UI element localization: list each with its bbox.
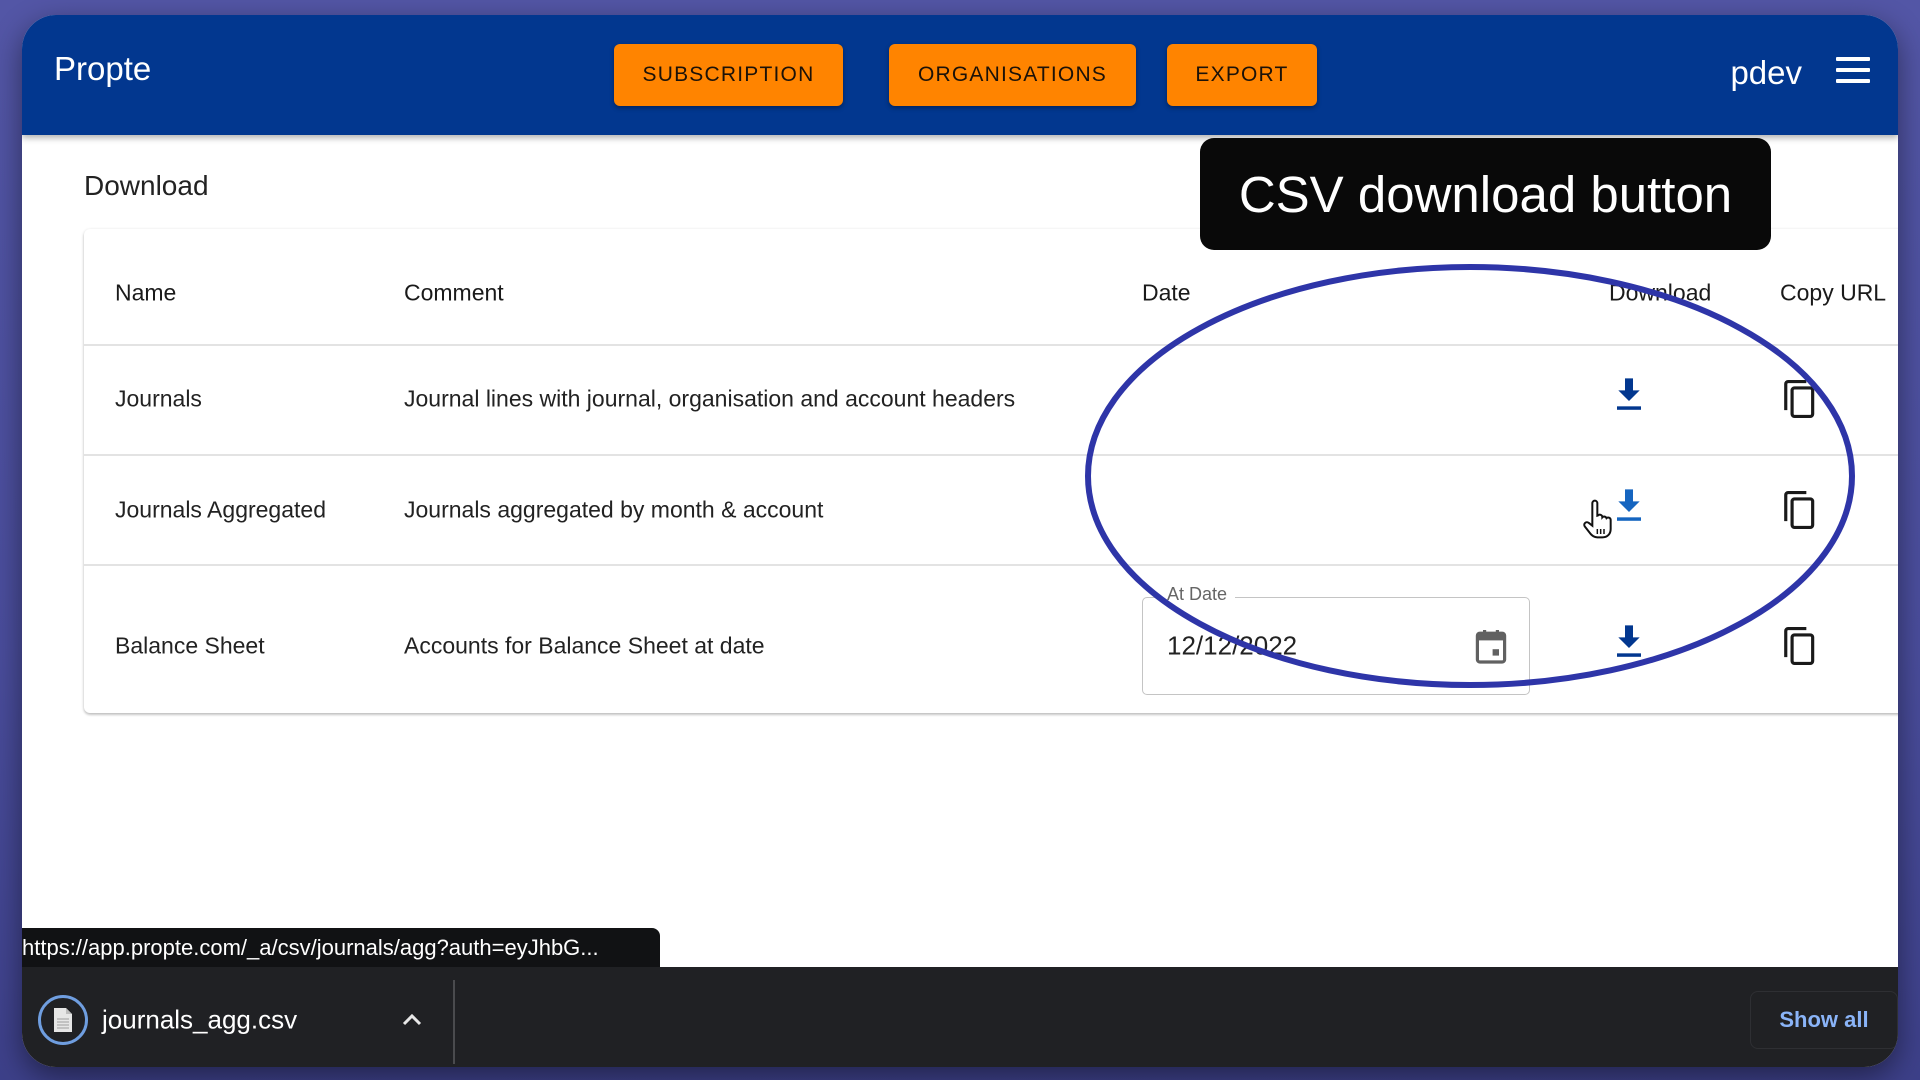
divider <box>84 564 1898 566</box>
download-icon[interactable] <box>1613 624 1645 660</box>
show-all-button[interactable]: Show all <box>1750 991 1898 1049</box>
column-header-copy-url: Copy URL <box>1780 279 1887 306</box>
row-comment: Journals aggregated by month & account <box>404 496 824 523</box>
at-date-label: At Date <box>1159 584 1236 605</box>
downloads-table: Name Comment Date Download Copy URL Jour… <box>84 229 1898 713</box>
app-bar: Propte SUBSCRIPTION ORGANISATIONS EXPORT… <box>22 15 1898 135</box>
row-name: Journals <box>115 385 202 412</box>
column-header-date: Date <box>1142 279 1191 306</box>
column-header-download: Download <box>1609 279 1712 306</box>
download-icon[interactable] <box>1613 488 1645 524</box>
row-comment: Accounts for Balance Sheet at date <box>404 632 765 659</box>
chevron-up-icon[interactable] <box>400 1009 424 1029</box>
nav-subscription-button[interactable]: SUBSCRIPTION <box>614 44 843 106</box>
file-icon <box>38 995 88 1045</box>
annotation-tooltip: CSV download button <box>1200 138 1771 250</box>
divider <box>453 980 455 1064</box>
nav-export-button[interactable]: EXPORT <box>1167 44 1317 106</box>
status-url-bubble: https://app.propte.com/_a/csv/journals/a… <box>22 928 660 967</box>
divider <box>84 344 1898 346</box>
page-title: Download <box>84 170 209 201</box>
nav-organisations-button[interactable]: ORGANISATIONS <box>889 44 1136 106</box>
copy-icon[interactable] <box>1781 378 1819 420</box>
column-header-comment: Comment <box>404 279 504 306</box>
hamburger-menu-icon[interactable] <box>1836 57 1870 83</box>
row-name: Balance Sheet <box>115 632 265 659</box>
row-comment: Journal lines with journal, organisation… <box>404 385 1016 412</box>
at-date-field[interactable]: At Date 12/12/2022 <box>1142 584 1530 695</box>
at-date-value[interactable]: 12/12/2022 <box>1167 631 1297 662</box>
copy-icon[interactable] <box>1781 625 1819 667</box>
download-icon[interactable] <box>1613 377 1645 413</box>
browser-window: Propte SUBSCRIPTION ORGANISATIONS EXPORT… <box>22 15 1898 1067</box>
divider <box>84 454 1898 456</box>
row-name: Journals Aggregated <box>115 496 326 523</box>
brand-logo[interactable]: Propte <box>54 50 151 88</box>
hand-cursor-icon <box>1583 499 1612 539</box>
column-header-name: Name <box>115 279 177 306</box>
calendar-icon[interactable] <box>1475 628 1507 664</box>
downloads-bar: journals_agg.csv Show all <box>22 967 1898 1067</box>
copy-icon[interactable] <box>1781 489 1819 531</box>
download-file-name[interactable]: journals_agg.csv <box>102 1005 297 1036</box>
user-name[interactable]: pdev <box>1730 54 1802 92</box>
